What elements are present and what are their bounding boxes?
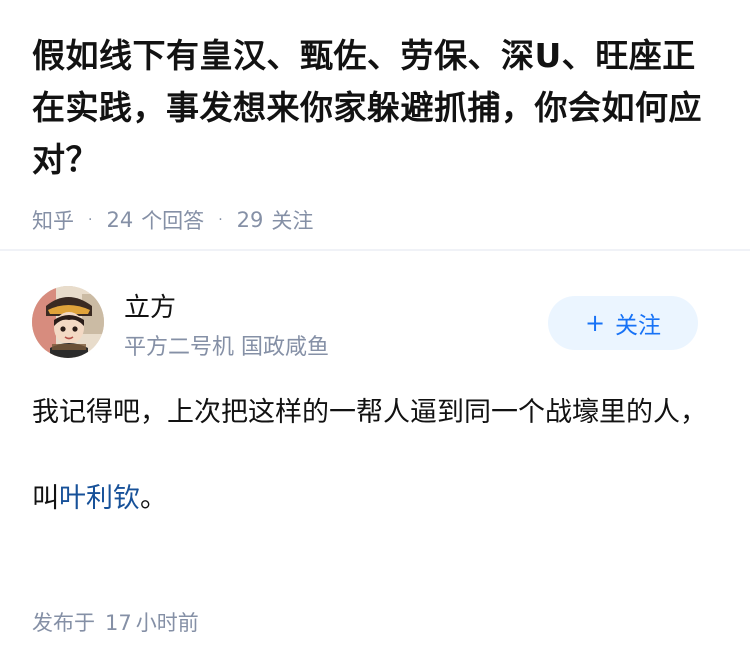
author-row: 立方 平方二号机 国政咸鱼 + 关注 (0, 251, 750, 371)
topic-link[interactable]: 叶利钦 (59, 483, 140, 514)
followers-label: 关注 (271, 209, 314, 233)
answer-paragraph: 我记得吧，上次把这样的一帮人逼到同一个战壕里的人， (32, 397, 707, 428)
source-label[interactable]: 知乎 (32, 205, 74, 235)
question-meta: 知乎 · 24 个回答 · 29 关注 (32, 202, 718, 238)
question-header: 假如线下有皇汉、甄佐、劳保、深U、旺座正在实践，事发想来你家躲避抓捕，你会如何应… (0, 0, 750, 238)
paragraph-suffix: 。 (140, 483, 167, 514)
author-bio: 平方二号机 国政咸鱼 (124, 335, 329, 360)
avatar[interactable] (32, 286, 104, 358)
answer-content: 我记得吧，上次把这样的一帮人逼到同一个战壕里的人， 叫叶利钦。 (32, 391, 718, 521)
publish-time: 发布于 17 小时前 (32, 607, 199, 637)
answers-label: 个回答 (141, 209, 205, 233)
plus-icon: + (584, 309, 606, 337)
question-title[interactable]: 假如线下有皇汉、甄佐、劳保、深U、旺座正在实践，事发想来你家躲避抓捕，你会如何应… (32, 30, 718, 186)
author-name[interactable]: 立方 (124, 287, 176, 324)
meta-separator: · (88, 212, 93, 228)
answer-paragraph: 叫叶利钦。 (32, 477, 718, 521)
follow-label: 关注 (615, 313, 662, 339)
answer-card: 立方 平方二号机 国政咸鱼 + 关注 我记得吧，上次把这样的一帮人逼到同一个战壕… (0, 251, 750, 635)
avatar-illustration-icon (32, 286, 104, 358)
follow-button[interactable]: + 关注 (548, 296, 698, 350)
publish-unit: 小时前 (135, 611, 199, 635)
meta-separator: · (218, 212, 223, 228)
publish-value: 17 (105, 611, 132, 635)
followers-count: 29 (236, 208, 264, 232)
paragraph-prefix: 叫 (32, 483, 59, 514)
publish-prefix: 发布于 (32, 611, 95, 635)
answers-count: 24 (106, 208, 134, 232)
